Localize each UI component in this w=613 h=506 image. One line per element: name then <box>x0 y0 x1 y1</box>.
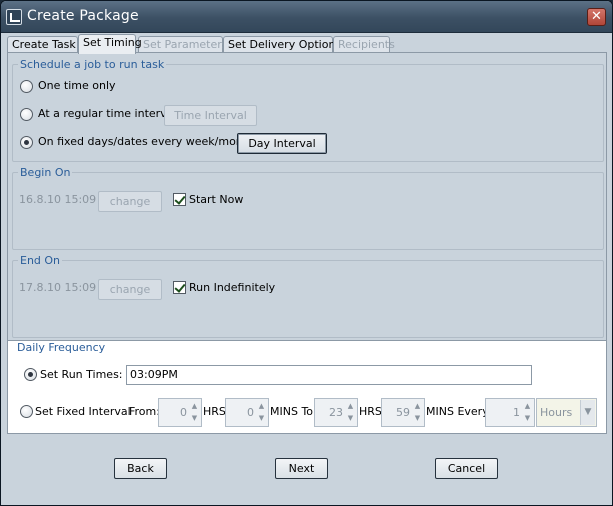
tab-set-parameters: Set Parameters <box>138 36 228 53</box>
tab-set-delivery-options[interactable]: Set Delivery Options <box>223 36 341 53</box>
spinner-down-icon: ▼ <box>414 414 421 422</box>
to-hrs-value: 23 <box>329 406 343 419</box>
one-time-only-radio[interactable] <box>20 80 33 93</box>
end-on-group: End On 17.8.10 15:09 change Run Indefini… <box>12 254 604 338</box>
begin-on-legend: Begin On <box>18 166 73 179</box>
tab-set-timing[interactable]: Set Timing <box>78 34 142 54</box>
mins-every-label: MINS Every <box>426 405 489 418</box>
tab-recipients: Recipients <box>333 36 395 53</box>
begin-date-value: 16.8.10 15:09 <box>19 193 97 206</box>
set-fixed-interval-label: Set Fixed Interval <box>35 405 131 418</box>
spinner-down-icon: ▼ <box>524 414 531 422</box>
day-interval-button[interactable]: Day Interval <box>237 133 327 154</box>
to-mins-value: 59 <box>396 406 410 419</box>
end-date-value: 17.8.10 15:09 <box>19 281 97 294</box>
fixed-days-radio[interactable] <box>20 136 33 149</box>
daily-frequency-legend: Daily Frequency <box>15 341 108 354</box>
back-button[interactable]: Back <box>114 458 167 479</box>
daily-frequency-group: Daily Frequency Set Run Times: 03:09PM S… <box>7 340 607 434</box>
to-mins-spinner: 59 ▲ ▼ <box>381 398 425 427</box>
start-now-checkbox[interactable] <box>173 193 186 206</box>
to-hrs-unit: HRS <box>359 405 382 418</box>
start-now-label: Start Now <box>189 193 244 206</box>
every-spinner: 1 ▲ ▼ <box>485 398 535 427</box>
schedule-legend: Schedule a job to run task <box>18 58 167 71</box>
run-times-input[interactable]: 03:09PM <box>126 365 532 385</box>
from-mins-spinner: 0 ▲ ▼ <box>225 398 269 427</box>
spinner-down-icon: ▼ <box>347 414 354 422</box>
from-label: From: <box>129 405 160 418</box>
from-hrs-value: 0 <box>180 406 187 419</box>
schedule-group: Schedule a job to run task One time only… <box>12 58 604 162</box>
one-time-only-label: One time only <box>38 79 116 92</box>
spinner-up-icon: ▲ <box>258 402 265 410</box>
from-hrs-unit: HRS <box>203 405 226 418</box>
run-indefinitely-label: Run Indefinitely <box>189 281 276 294</box>
interval-unit-select: Hours ▼ <box>536 398 597 427</box>
regular-interval-label: At a regular time interval <box>38 107 177 120</box>
spinner-down-icon: ▼ <box>191 414 198 422</box>
time-interval-button: Time Interval <box>164 105 257 126</box>
cancel-button[interactable]: Cancel <box>435 458 498 479</box>
set-run-times-radio[interactable] <box>24 368 37 381</box>
interval-unit-value: Hours <box>540 406 573 419</box>
app-icon <box>6 9 22 25</box>
create-package-window: Create Package ✕ Create Task Set Timing … <box>0 0 613 506</box>
from-hrs-spinner: 0 ▲ ▼ <box>158 398 202 427</box>
next-button[interactable]: Next <box>275 458 328 479</box>
fixed-days-label: On fixed days/dates every week/month <box>38 135 255 148</box>
to-hrs-spinner: 23 ▲ ▼ <box>314 398 358 427</box>
set-run-times-label: Set Run Times: <box>40 368 123 381</box>
mins-to-label: MINS To: <box>270 405 317 418</box>
title-bar: Create Package ✕ <box>1 1 612 33</box>
regular-interval-radio[interactable] <box>20 108 33 121</box>
end-change-button: change <box>98 279 162 300</box>
spinner-up-icon: ▲ <box>191 402 198 410</box>
run-indefinitely-checkbox[interactable] <box>173 281 186 294</box>
close-button[interactable]: ✕ <box>587 8 606 26</box>
from-mins-value: 0 <box>247 406 254 419</box>
spinner-down-icon: ▼ <box>258 414 265 422</box>
begin-change-button: change <box>98 191 162 212</box>
chevron-down-icon: ▼ <box>580 400 595 425</box>
end-on-legend: End On <box>18 254 63 267</box>
dialog-content: Create Task Set Timing Set Parameters Se… <box>4 34 609 504</box>
set-fixed-interval-radio[interactable] <box>20 405 33 418</box>
tab-create-task[interactable]: Create Task <box>7 36 78 53</box>
every-value: 1 <box>513 406 520 419</box>
spinner-up-icon: ▲ <box>347 402 354 410</box>
begin-on-group: Begin On 16.8.10 15:09 change Start Now <box>12 166 604 250</box>
spinner-up-icon: ▲ <box>414 402 421 410</box>
window-title: Create Package <box>27 8 139 24</box>
spinner-up-icon: ▲ <box>524 402 531 410</box>
